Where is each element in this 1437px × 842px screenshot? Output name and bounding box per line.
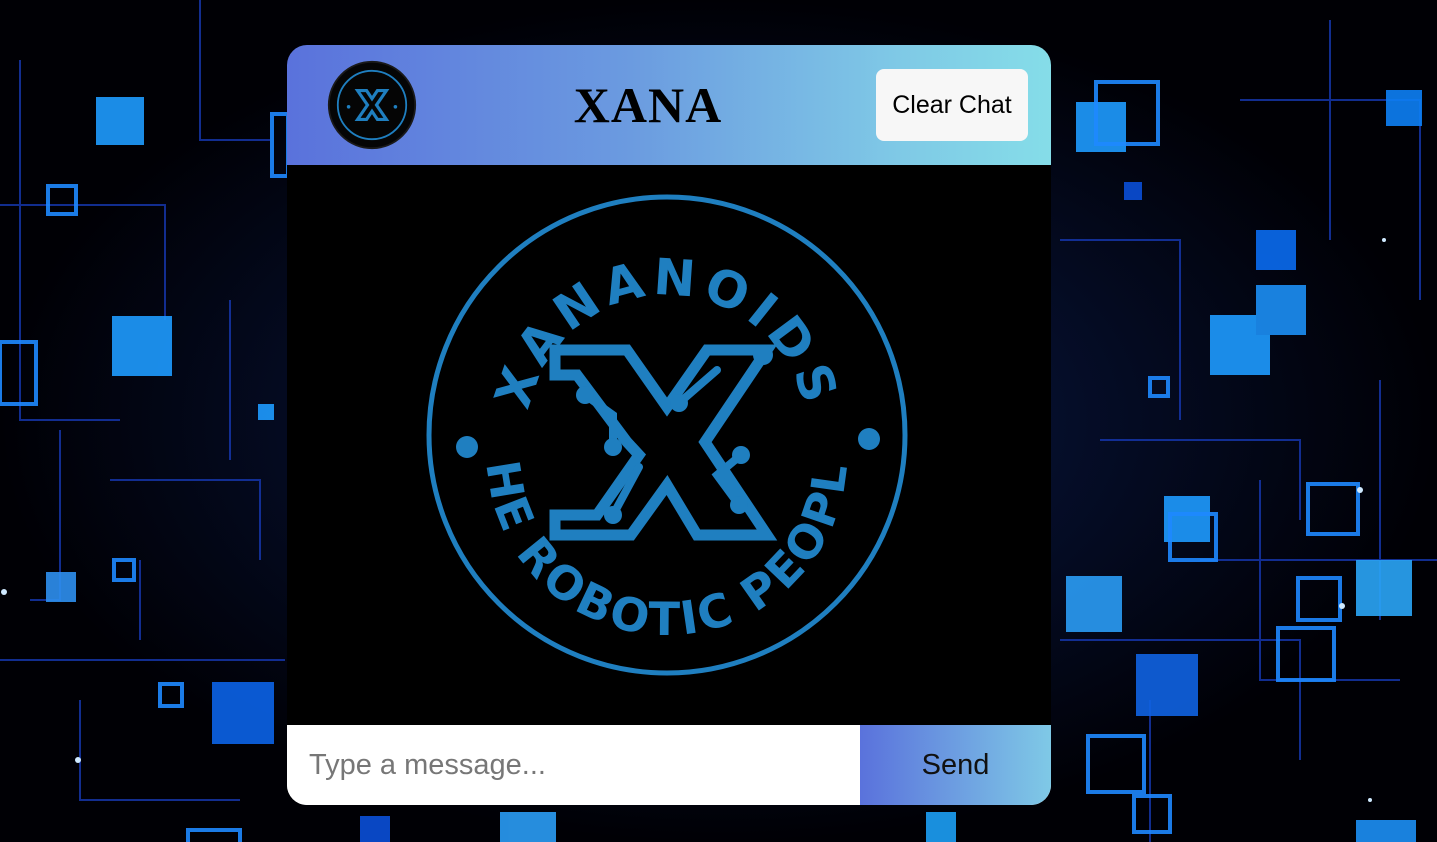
message-input[interactable] — [287, 725, 859, 805]
clear-chat-button[interactable]: Clear Chat — [876, 69, 1028, 141]
logo-dot-right — [858, 428, 880, 450]
send-button[interactable]: Send — [860, 725, 1051, 805]
chat-window: XANA Clear Chat XANANOIDS THE ROBOTIC PE… — [287, 45, 1051, 805]
xananoids-logo: XANANOIDS THE ROBOTIC PEOPLE — [417, 185, 908, 676]
xananoids-avatar-icon — [327, 60, 417, 150]
logo-top-text: XANANOIDS — [484, 248, 844, 415]
logo-dot-left — [456, 436, 478, 458]
svg-text:XANANOIDS: XANANOIDS — [484, 248, 850, 415]
chat-messages-area: XANANOIDS THE ROBOTIC PEOPLE — [287, 165, 1051, 725]
chat-header: XANA Clear Chat — [287, 45, 1051, 165]
chat-title: XANA — [573, 77, 723, 133]
message-input-bar: Send — [287, 725, 1051, 805]
